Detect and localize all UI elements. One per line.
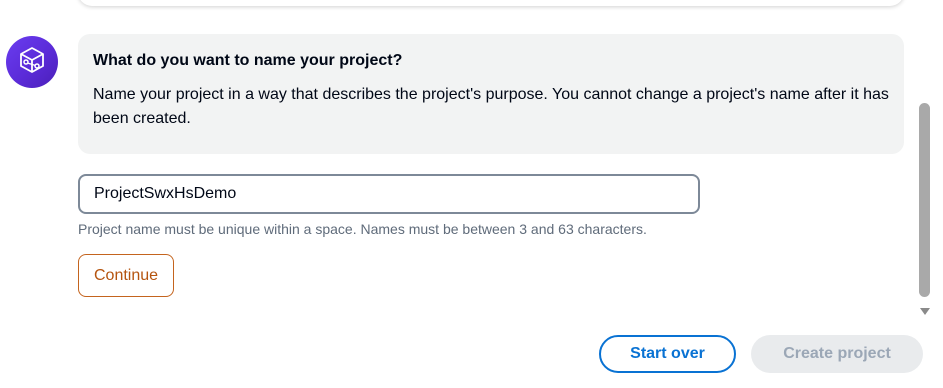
start-over-button[interactable]: Start over <box>599 335 736 373</box>
vertical-scrollbar[interactable] <box>916 0 934 320</box>
message-title: What do you want to name your project? <box>93 52 403 69</box>
project-name-input[interactable] <box>78 174 700 214</box>
assistant-avatar <box>6 36 58 88</box>
project-name-hint: Project name must be unique within a spa… <box>78 221 647 237</box>
scroll-down-arrow-icon[interactable] <box>920 308 930 315</box>
create-project-chat: What do you want to name your project? N… <box>0 0 943 388</box>
assistant-message-bubble: What do you want to name your project? N… <box>78 34 904 154</box>
scrollbar-thumb[interactable] <box>919 103 930 297</box>
previous-message-card <box>78 0 904 6</box>
create-project-button: Create project <box>751 335 923 373</box>
message-body: Name your project in a way that describe… <box>93 86 889 127</box>
continue-button[interactable]: Continue <box>78 254 175 297</box>
cube-network-icon <box>17 45 47 80</box>
